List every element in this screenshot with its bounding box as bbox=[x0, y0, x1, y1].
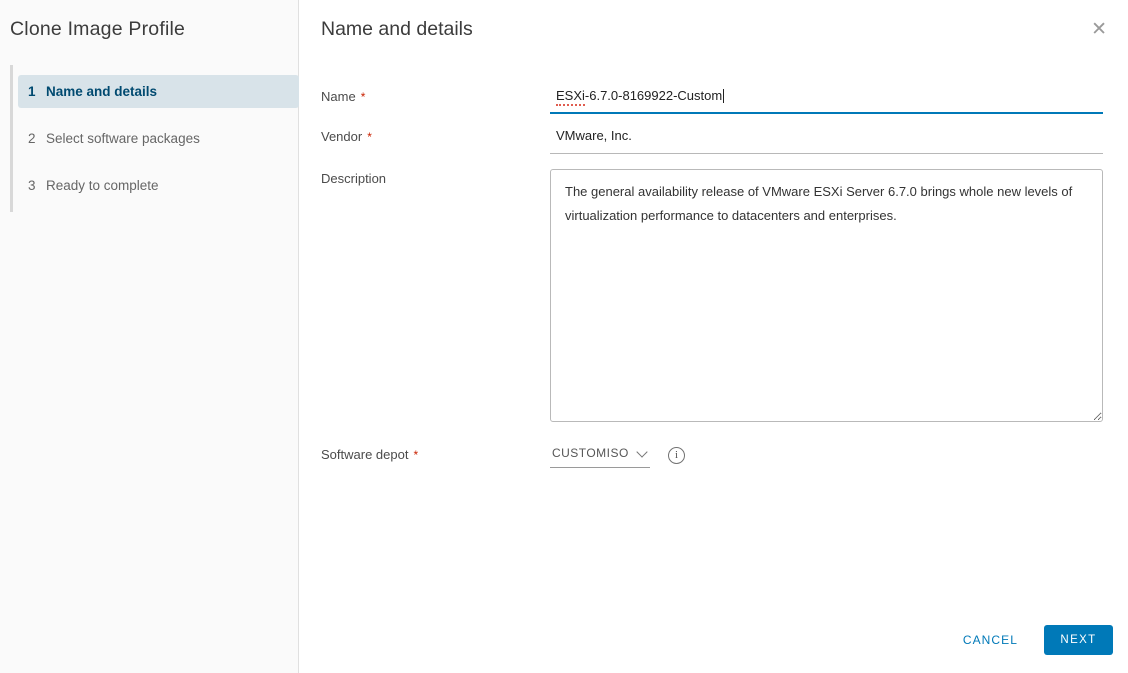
step-number: 3 bbox=[28, 178, 36, 193]
info-icon[interactable]: i bbox=[668, 446, 685, 464]
vendor-field-row: Vendor * VMware, Inc. bbox=[321, 127, 1103, 154]
page-title: Name and details bbox=[321, 18, 473, 40]
text-caret bbox=[723, 89, 725, 103]
name-input[interactable]: ESXi-6.7.0-8169922-Custom bbox=[550, 87, 1103, 114]
step-label: Select software packages bbox=[46, 131, 200, 146]
software-depot-value: CUSTOMISO bbox=[552, 446, 629, 460]
vendor-value: VMware, Inc. bbox=[556, 128, 632, 143]
wizard-footer: CANCEL NEXT bbox=[959, 625, 1113, 655]
name-label: Name * bbox=[321, 89, 366, 104]
required-asterisk: * bbox=[413, 448, 419, 462]
cancel-button[interactable]: CANCEL bbox=[959, 627, 1022, 653]
chevron-down-icon bbox=[636, 445, 648, 458]
vendor-input[interactable]: VMware, Inc. bbox=[550, 127, 1103, 154]
step-ready-to-complete[interactable]: 3 Ready to complete bbox=[18, 169, 299, 202]
close-icon[interactable]: ✕ bbox=[1085, 16, 1113, 43]
software-depot-dropdown[interactable]: CUSTOMISO bbox=[550, 445, 650, 468]
description-label: Description bbox=[321, 171, 387, 186]
step-number: 1 bbox=[28, 84, 36, 99]
wizard-sidebar: Clone Image Profile 1 Name and details 2… bbox=[0, 0, 299, 673]
required-asterisk: * bbox=[367, 130, 372, 144]
step-label: Ready to complete bbox=[46, 178, 159, 193]
vendor-label: Vendor * bbox=[321, 129, 372, 144]
name-value: ESXi-6.7.0-8169922-Custom bbox=[556, 88, 723, 103]
required-asterisk: * bbox=[360, 90, 366, 104]
step-label: Name and details bbox=[46, 84, 158, 99]
description-field-row: Description The general availability rel… bbox=[321, 169, 1103, 427]
clone-image-profile-dialog: Clone Image Profile 1 Name and details 2… bbox=[0, 0, 1128, 673]
steps-progress-bar bbox=[10, 65, 13, 212]
next-button[interactable]: NEXT bbox=[1044, 625, 1113, 655]
step-number: 2 bbox=[28, 131, 36, 146]
name-field-row: Name * ESXi-6.7.0-8169922-Custom bbox=[321, 87, 1103, 114]
panel-header: Name and details ✕ bbox=[299, 0, 1128, 43]
wizard-content-panel: Name and details ✕ Name * ESXi-6.7.0-8169… bbox=[299, 0, 1128, 673]
description-textarea[interactable]: The general availability release of VMwa… bbox=[550, 169, 1103, 422]
step-name-and-details[interactable]: 1 Name and details bbox=[18, 75, 299, 108]
dialog-title: Clone Image Profile bbox=[10, 18, 186, 40]
name-details-form: Name * ESXi-6.7.0-8169922-Custom Vendor * … bbox=[321, 87, 1103, 468]
wizard-steps: 1 Name and details 2 Select software pac… bbox=[10, 65, 299, 212]
software-depot-label: Software depot * bbox=[321, 447, 419, 462]
software-depot-field-row: Software depot * CUSTOMISO i bbox=[321, 445, 1103, 468]
step-select-software-packages[interactable]: 2 Select software packages bbox=[18, 122, 299, 155]
spellcheck-squiggle bbox=[556, 104, 585, 106]
